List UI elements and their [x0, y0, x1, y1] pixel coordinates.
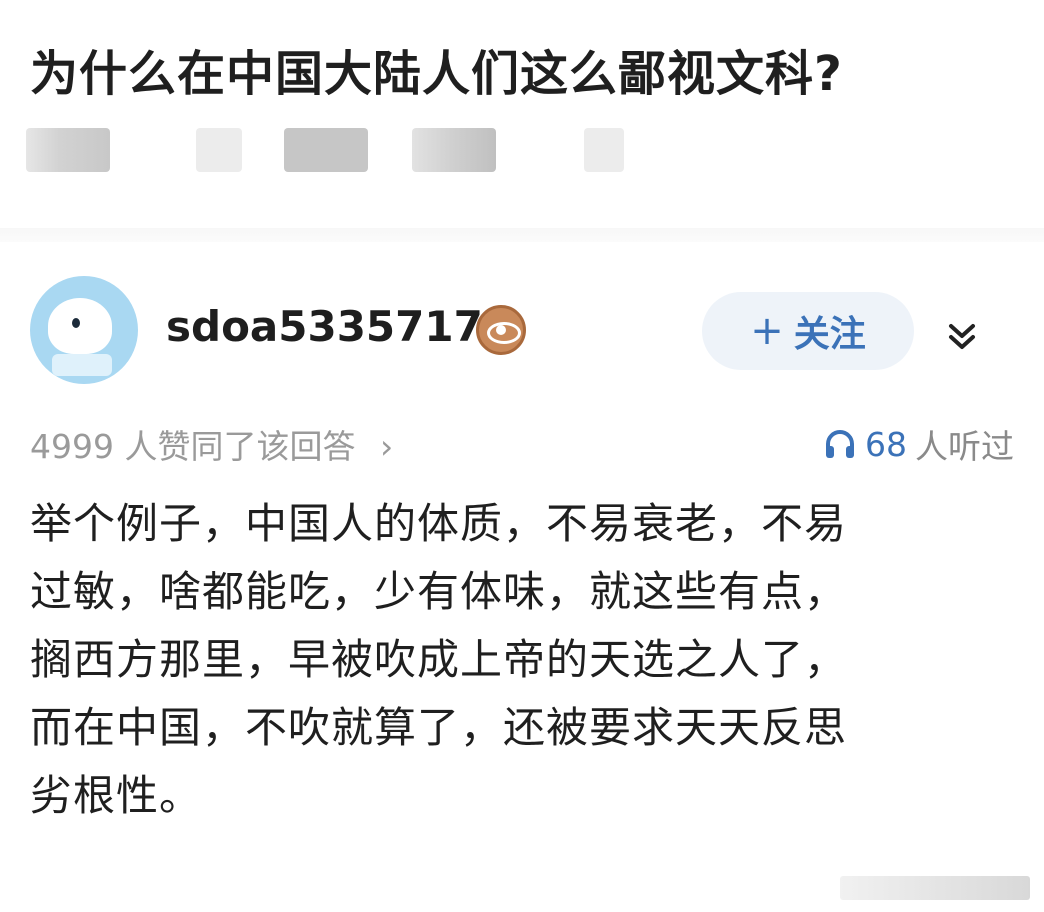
- section-divider: [0, 228, 1044, 242]
- avatar[interactable]: [30, 276, 138, 384]
- author-username[interactable]: sdoa5335717: [166, 302, 483, 351]
- answer-body: 举个例子，中国人的体质，不易衰老，不易 过敏，啥都能吃，少有体味，就这些有点， …: [30, 490, 1020, 830]
- likes-summary[interactable]: 4999 人赞同了该回答 ›: [30, 420, 393, 468]
- listen-count: 68: [865, 424, 907, 464]
- redacted-block: [26, 128, 110, 172]
- avatar-eye: [72, 318, 80, 328]
- answer-line: 过敏，啥都能吃，少有体味，就这些有点，: [30, 567, 848, 616]
- expand-more-button[interactable]: [930, 300, 994, 374]
- redacted-block: [584, 128, 624, 172]
- chevron-right-icon: ›: [379, 427, 394, 466]
- watermark: [840, 876, 1030, 900]
- answer-line: 举个例子，中国人的体质，不易衰老，不易: [30, 499, 848, 548]
- likes-text: 4999 人赞同了该回答: [30, 427, 356, 466]
- follow-label: 关注: [793, 314, 866, 355]
- eye-badge-icon: [476, 305, 526, 355]
- avatar-face: [48, 298, 112, 354]
- listen-summary[interactable]: 68 人听过: [823, 420, 1014, 468]
- redacted-block: [196, 128, 242, 172]
- plus-icon: +: [750, 308, 784, 354]
- answer-line: 劣根性。: [30, 771, 203, 820]
- question-title[interactable]: 为什么在中国大陆人们这么鄙视文科?: [30, 34, 843, 104]
- redacted-block: [412, 128, 496, 172]
- listen-suffix: 人听过: [915, 427, 1014, 466]
- answer-line: 而在中国，不吹就算了，还被要求天天反思: [30, 703, 848, 752]
- headphones-icon: [826, 430, 854, 458]
- redacted-block: [284, 128, 368, 172]
- answer-line: 搁西方那里，早被吹成上帝的天选之人了，: [30, 635, 848, 684]
- avatar-base: [52, 354, 112, 376]
- double-chevron-down-icon: [949, 324, 975, 349]
- follow-button[interactable]: + 关注: [702, 292, 914, 370]
- answer-page: 为什么在中国大陆人们这么鄙视文科? sdoa5335717 + 关注 4999 …: [0, 0, 1044, 912]
